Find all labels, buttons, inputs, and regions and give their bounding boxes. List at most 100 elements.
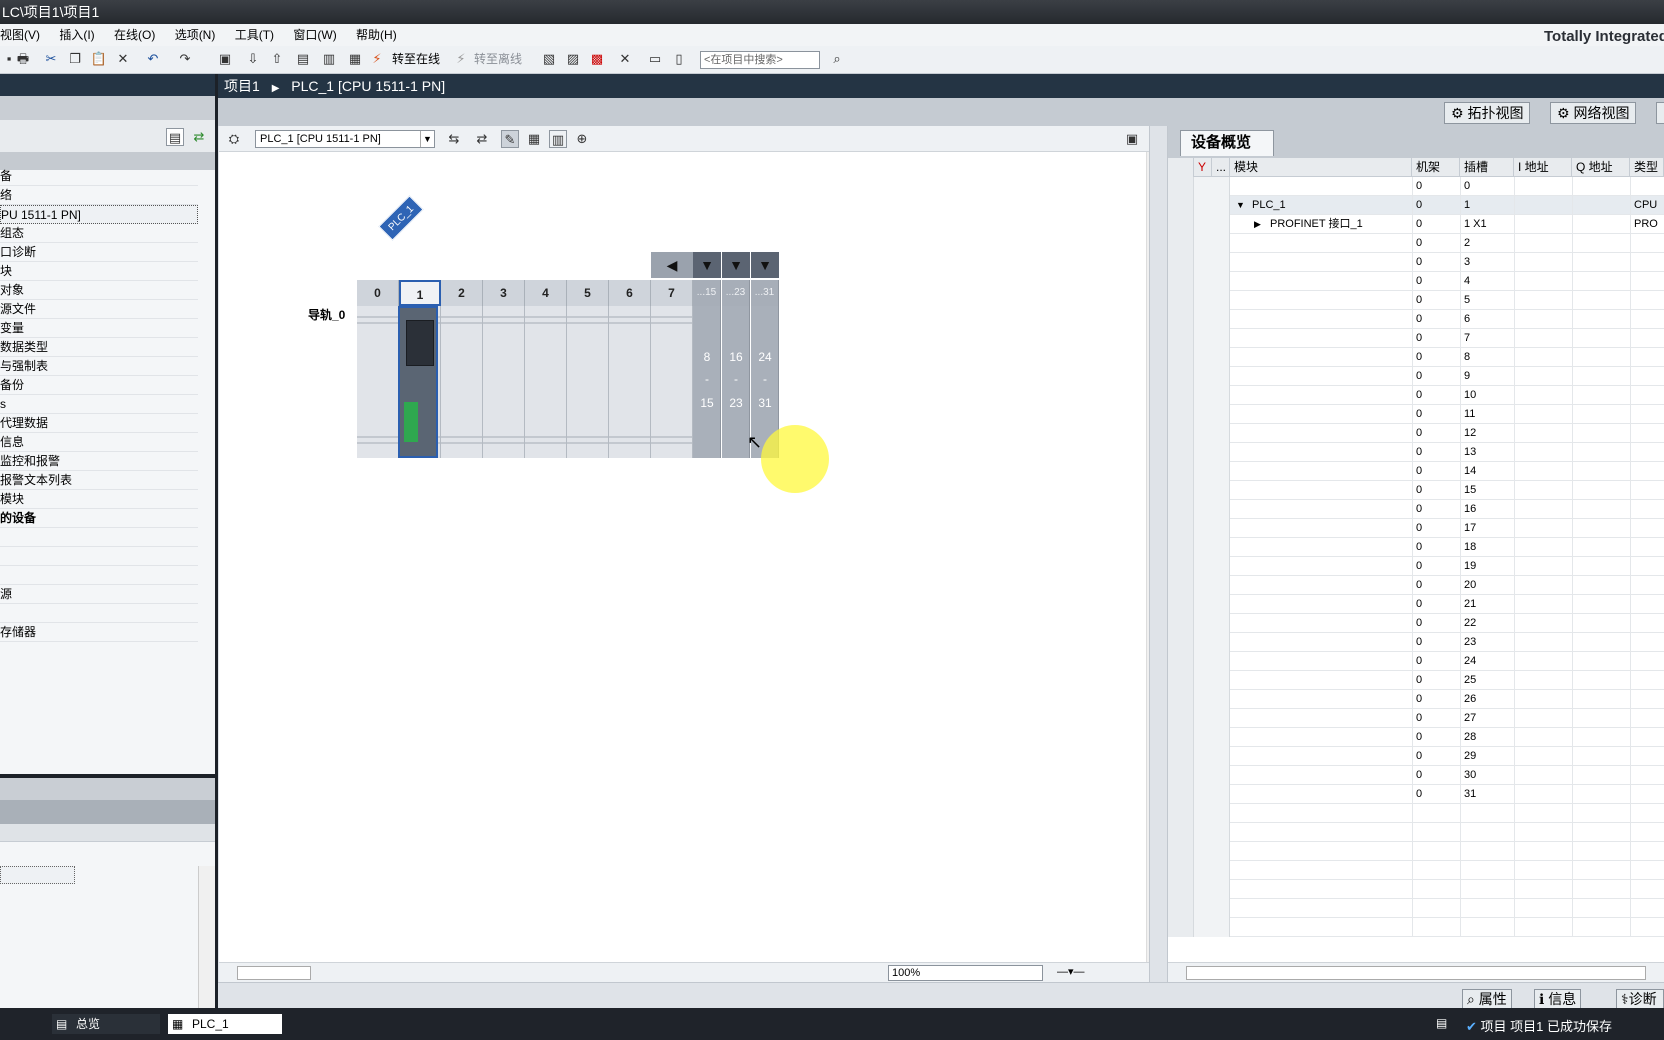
slot-body[interactable] xyxy=(609,306,651,458)
details-selected-row[interactable] xyxy=(0,866,75,884)
tab-topology-view[interactable]: ⚙ 拓扑视图 xyxy=(1444,102,1531,124)
col-rack[interactable]: 机架 xyxy=(1412,158,1460,177)
slot-header[interactable]: 7 xyxy=(651,280,693,306)
upload-icon[interactable]: ⇧ xyxy=(268,50,286,68)
diagnostics-icon[interactable]: ▧ xyxy=(540,50,558,68)
col-slot[interactable]: 插槽 xyxy=(1460,158,1514,177)
table-row[interactable]: 0 31 xyxy=(1168,785,1664,804)
cut-icon[interactable]: ✂ xyxy=(42,50,60,68)
collapse-icon[interactable]: ▼ xyxy=(1232,196,1245,215)
expand-slots-icon[interactable]: ▼ xyxy=(693,252,721,278)
table-row[interactable]: 03 xyxy=(1168,253,1664,272)
table-row[interactable]: 04 xyxy=(1168,272,1664,291)
slot-header[interactable]: 4 xyxy=(525,280,567,306)
rename-icon[interactable]: ⇄ xyxy=(473,130,491,148)
slot-header[interactable]: 3 xyxy=(483,280,525,306)
tree-item[interactable]: PU 1511-1 PN] xyxy=(0,205,198,224)
go-online-button[interactable]: 转至在线 xyxy=(392,51,440,67)
table-row[interactable]: 0 24 xyxy=(1168,652,1664,671)
tree-item[interactable]: 备份 xyxy=(0,376,198,395)
download-icon[interactable]: ⇩ xyxy=(244,50,262,68)
slot-header[interactable]: 2 xyxy=(441,280,483,306)
swap-icon[interactable]: ⇆ xyxy=(445,130,463,148)
tab-device-view[interactable] xyxy=(1656,102,1664,124)
table-row[interactable] xyxy=(1168,880,1664,899)
copy-icon[interactable]: ❐ xyxy=(66,50,84,68)
panel-splitter[interactable] xyxy=(1149,126,1168,982)
tree-item[interactable]: 代理数据 xyxy=(0,414,198,433)
close-x-icon[interactable]: ✕ xyxy=(616,50,634,68)
table-row[interactable]: 0 27 xyxy=(1168,709,1664,728)
table-row[interactable] xyxy=(1168,823,1664,842)
table-row[interactable] xyxy=(1168,804,1664,823)
slot-body[interactable] xyxy=(525,306,567,458)
tree-item[interactable]: 络 xyxy=(0,186,198,205)
table-row[interactable] xyxy=(1168,842,1664,861)
table-row[interactable]: ▼ PLC_1 0 1 CPU xyxy=(1168,196,1664,215)
menu-window[interactable]: 窗口(W) xyxy=(285,24,344,46)
slot-body[interactable] xyxy=(651,306,693,458)
table-row[interactable]: 0 25 xyxy=(1168,671,1664,690)
redo-icon[interactable]: ↷ xyxy=(176,50,194,68)
stop-icon[interactable]: ▥ xyxy=(320,50,338,68)
plc-editor-button[interactable]: ▦ PLC_1 xyxy=(168,1014,282,1034)
col-module[interactable]: 模块 xyxy=(1230,158,1412,177)
col-type[interactable]: 类型 xyxy=(1630,158,1664,177)
slot-header[interactable]: 0 xyxy=(357,280,399,306)
table-row[interactable]: 08 xyxy=(1168,348,1664,367)
paste-icon[interactable]: 📋 xyxy=(90,50,108,68)
breadcrumb-device[interactable]: PLC_1 [CPU 1511-1 PN] xyxy=(291,78,445,94)
refresh-icon[interactable]: ⇄ xyxy=(190,128,208,146)
slot-header[interactable]: 6 xyxy=(609,280,651,306)
split-v-icon[interactable]: ▨ xyxy=(564,50,582,68)
tab-properties[interactable]: ⌕ 属性 xyxy=(1462,989,1512,1009)
tree-item[interactable] xyxy=(0,604,198,623)
menu-online[interactable]: 在线(O) xyxy=(106,24,163,46)
table-row[interactable]: 0 10 xyxy=(1168,386,1664,405)
table-row[interactable]: 00 xyxy=(1168,177,1664,196)
expand-slots-icon[interactable]: ▼ xyxy=(751,252,779,278)
table-row[interactable]: 05 xyxy=(1168,291,1664,310)
breadcrumb-project[interactable]: 项目1 xyxy=(224,78,260,94)
ext-slot-header[interactable]: ...15 xyxy=(693,280,721,306)
tab-device-overview[interactable]: 设备概览 xyxy=(1180,130,1274,156)
table-row[interactable] xyxy=(1168,899,1664,918)
table-row[interactable]: 0 13 xyxy=(1168,443,1664,462)
slot-body[interactable] xyxy=(357,306,399,458)
go-offline-icon[interactable]: ⚡ xyxy=(452,50,470,68)
table-row[interactable]: 0 23 xyxy=(1168,633,1664,652)
zoom-icon[interactable]: ⊕ xyxy=(573,130,591,148)
table-row[interactable] xyxy=(1168,918,1664,937)
search-go-icon[interactable]: ⌕ xyxy=(828,50,846,68)
table-row[interactable]: 0 16 xyxy=(1168,500,1664,519)
table-row[interactable]: ▶ PROFINET 接口_1 0 1 X1 PRO xyxy=(1168,215,1664,234)
tree-item[interactable]: 存储器 xyxy=(0,623,198,642)
details-scrollbar[interactable] xyxy=(198,866,215,1008)
delete-icon[interactable]: ✕ xyxy=(114,50,132,68)
tree-item[interactable]: s xyxy=(0,395,198,414)
accessible-icon[interactable]: ▦ xyxy=(346,50,364,68)
tab-network-view[interactable]: ⚙ 网络视图 xyxy=(1550,102,1637,124)
table-row[interactable]: 0 21 xyxy=(1168,595,1664,614)
tree-item[interactable]: 口诊断 xyxy=(0,243,198,262)
chevron-down-icon[interactable]: ▼ xyxy=(420,131,434,147)
status-window-icon[interactable]: ▤ xyxy=(1436,1016,1447,1030)
table-row[interactable]: 07 xyxy=(1168,329,1664,348)
table-row[interactable]: 0 18 xyxy=(1168,538,1664,557)
print-icon[interactable]: 🖶 xyxy=(14,50,32,68)
plc-tag[interactable]: PLC_1 xyxy=(378,195,424,241)
menu-help[interactable]: 帮助(H) xyxy=(348,24,405,46)
tree-item[interactable]: 报警文本列表 xyxy=(0,471,198,490)
tree-item[interactable]: 组态 xyxy=(0,224,198,243)
ext-slot-body[interactable]: 8 - 15 xyxy=(693,306,721,458)
table-row[interactable]: 0 14 xyxy=(1168,462,1664,481)
col-i-address[interactable]: I 地址 xyxy=(1514,158,1572,177)
crossref-icon[interactable]: ▩ xyxy=(588,50,606,68)
table-row[interactable]: 0 17 xyxy=(1168,519,1664,538)
menu-tools[interactable]: 工具(T) xyxy=(227,24,282,46)
undo-icon[interactable]: ↶ xyxy=(144,50,162,68)
table-row[interactable]: 0 15 xyxy=(1168,481,1664,500)
go-online-icon[interactable]: ⚡ xyxy=(368,50,386,68)
tab-info[interactable]: ℹ 信息 xyxy=(1534,989,1582,1009)
table-row[interactable]: 06 xyxy=(1168,310,1664,329)
